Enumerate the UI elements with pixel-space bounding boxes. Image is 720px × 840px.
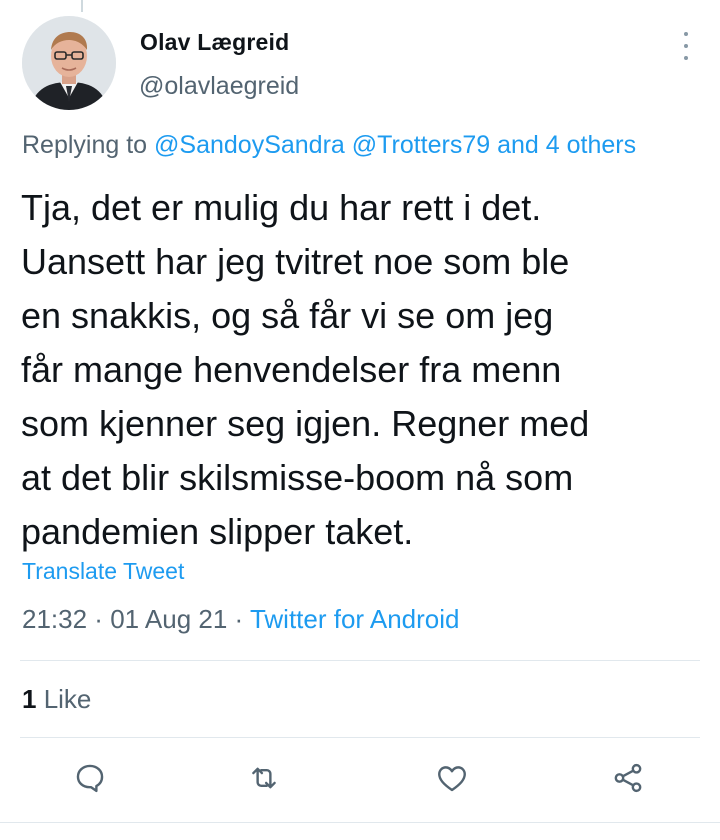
translate-tweet-link[interactable]: Translate Tweet (22, 558, 184, 585)
retweet-button[interactable] (244, 758, 284, 798)
tweet-text-line: pandemien slipper taket. (21, 511, 414, 552)
author-name[interactable]: Olav Lægreid (140, 29, 289, 56)
more-vertical-icon[interactable] (678, 32, 694, 60)
share-icon (614, 763, 642, 793)
tweet-header: Olav Lægreid @olavlaegreid (20, 14, 700, 114)
share-button[interactable] (608, 758, 648, 798)
replying-to-label: Replying to (22, 131, 155, 159)
meta-separator: · (87, 604, 111, 634)
tweet-time: 21:32 (22, 604, 88, 634)
divider (20, 737, 700, 738)
likes-label: Like (36, 684, 92, 714)
tweet-text-line: får mange henvendelser fra menn (21, 349, 562, 390)
heart-icon (438, 766, 466, 792)
retweet-icon (252, 767, 276, 789)
avatar[interactable] (22, 16, 116, 110)
more-dot (684, 56, 688, 60)
like-button[interactable] (432, 758, 472, 798)
author-handle[interactable]: @olavlaegreid (139, 72, 299, 101)
tweet-source-link[interactable]: Twitter for Android (250, 604, 460, 634)
avatar-photo (22, 16, 116, 110)
tweet-text-line: Uansett har jeg tvitret noe som ble (21, 241, 570, 282)
divider (0, 822, 720, 823)
tweet-text: Tja, det er mulig du har rett i det. Uan… (21, 181, 701, 559)
thread-connector-line (81, 0, 83, 12)
likes-count: 1 (22, 684, 37, 714)
more-dot (684, 44, 688, 48)
tweet-meta: 21:32 · 01 Aug 21 · Twitter for Android (22, 604, 460, 635)
mention-link[interactable]: @SandoySandra (154, 131, 345, 159)
divider (20, 660, 700, 661)
meta-separator: · (227, 604, 250, 634)
replying-to-line: Replying to @SandoySandra @Trotters79 an… (22, 131, 636, 160)
tweet-text-line: at det blir skilsmisse-boom nå som (21, 457, 574, 498)
more-dot (684, 32, 688, 36)
tweet-text-line: som kjenner seg igjen. Regner med (21, 403, 590, 444)
tweet-action-bar (0, 758, 720, 804)
mention-link[interactable]: @Trotters79 (352, 131, 490, 159)
likes-stat[interactable]: 1 Like (22, 684, 91, 715)
tweet-text-line: en snakkis, og så får vi se om jeg (21, 295, 554, 336)
tweet-text-line: Tja, det er mulig du har rett i det. (21, 187, 542, 228)
reply-button[interactable] (70, 758, 110, 798)
reply-icon (76, 764, 104, 793)
others-link[interactable]: and 4 others (497, 131, 636, 159)
tweet-date: 01 Aug 21 (110, 604, 228, 634)
